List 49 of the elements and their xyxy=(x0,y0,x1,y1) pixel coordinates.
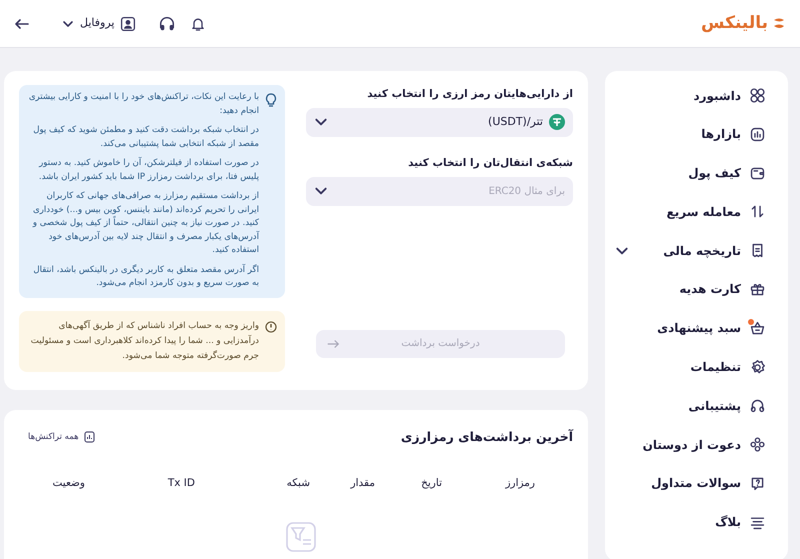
lightbulb-icon xyxy=(265,93,277,107)
column-header: وضعیت xyxy=(51,476,85,491)
all-transactions-link[interactable]: همه تراکنش‌ها xyxy=(28,431,95,444)
sidebar-icon xyxy=(749,126,766,143)
section-title: آخرین برداشت‌های رمزارزی xyxy=(400,428,573,446)
tip-paragraph: در صورت استفاده از فیلترشکن، آن را خاموش کنید. به دستور پلیس فتا، برای برداشت رمزارز IP شما باید کشور ایران باشد. xyxy=(38,157,259,184)
field-label: از دارایی‌هایتان رمز ارزی را انتخاب کنید xyxy=(366,87,573,102)
sidebar-icon xyxy=(749,397,766,414)
column-header: شبکه xyxy=(286,476,310,491)
empty-state-icon xyxy=(286,522,316,552)
bell-icon[interactable] xyxy=(190,16,206,32)
sidebar-item[interactable]: کیف پول xyxy=(605,162,766,185)
sidebar-icon xyxy=(749,358,766,376)
tip-paragraph: از برداشت مستقیم رمزارز به صرافی‌های جهانی که کاربران ایرانی را تحریم کرده‌اند (مانند بایننس، کوین بیس و...) خودداری کنید. در صورت نیاز به چنین انتقالی، حتماً از کیف پول شخصی و آدرس‌های یکبار مصرف و انتقال چند لایه بین آدرس‌های خود استفاده کنید. xyxy=(32,190,259,257)
column-header: مقدار xyxy=(349,476,375,491)
sidebar-icon xyxy=(749,436,766,454)
sidebar-item[interactable]: معامله سریع xyxy=(605,200,766,224)
field-label: شبکه‌ی انتقال‌تان را انتخاب کنید xyxy=(407,156,573,171)
tip-paragraph: اگر آدرس مقصد متعلق به کاربر دیگری در بالینکس باشد، انتقال به صورت سریع و بدون کارمزد انجام می‌شود. xyxy=(32,264,259,290)
sidebar-icon xyxy=(749,87,766,104)
network-select[interactable]: برای مثال ERC20 xyxy=(306,176,573,206)
sidebar-item[interactable]: سبد پیشنهادی xyxy=(605,316,766,340)
profile-menu[interactable]: پروفایل xyxy=(62,15,136,32)
sidebar-item[interactable]: داشبورد xyxy=(605,84,766,107)
logo-text: بالینکس xyxy=(701,12,768,35)
sidebar-icon xyxy=(749,474,766,492)
logo-icon xyxy=(772,16,786,30)
sidebar-item[interactable]: کارت هدیه xyxy=(605,278,766,301)
avatar-icon xyxy=(120,16,136,32)
headphones-icon[interactable] xyxy=(158,14,176,32)
document-icon xyxy=(84,431,95,444)
sidebar-item[interactable]: تاریخچه مالی xyxy=(605,239,766,262)
warning-text: واریز وجه به حساب افراد ناشناس که از طریق آگهی‌های درآمدزایی و ... شما را پیدا کرده‌اند کلاهبرداری است و مسئولیت جرم صورت‌گرفته متوجه شما می‌شود. xyxy=(30,319,259,363)
sidebar-icon xyxy=(749,164,766,182)
exclamation-icon xyxy=(265,321,277,333)
column-header: رمزارز xyxy=(504,476,535,491)
asset-select[interactable]: تتر/(USDT) xyxy=(306,108,573,137)
column-header: تاریخ xyxy=(420,476,442,491)
sidebar-item[interactable]: بازارها xyxy=(605,122,766,146)
tips-intro: با رعایت این نکات، تراکنش‌های خود را با امنیت و کارایی بیشتری انجام دهید: xyxy=(28,91,259,118)
sidebar-item[interactable]: سوالات متداول xyxy=(605,472,766,495)
sidebar-icon xyxy=(749,320,766,337)
column-header: Tx ID xyxy=(166,476,195,491)
sidebar-item[interactable]: بلاگ xyxy=(605,510,766,534)
sidebar-item[interactable]: پشتیبانی xyxy=(605,394,766,418)
tip-paragraph: در انتخاب شبکه برداشت دقت کنید و مطمئن شوید که کیف پول مقصد از شبکه انتخابی شما پشتیبانی می‌کند. xyxy=(32,124,259,150)
tether-icon xyxy=(549,114,565,130)
sidebar-item[interactable]: تنظیمات xyxy=(605,356,766,379)
sidebar-item[interactable]: دعوت از دوستان xyxy=(605,433,766,456)
